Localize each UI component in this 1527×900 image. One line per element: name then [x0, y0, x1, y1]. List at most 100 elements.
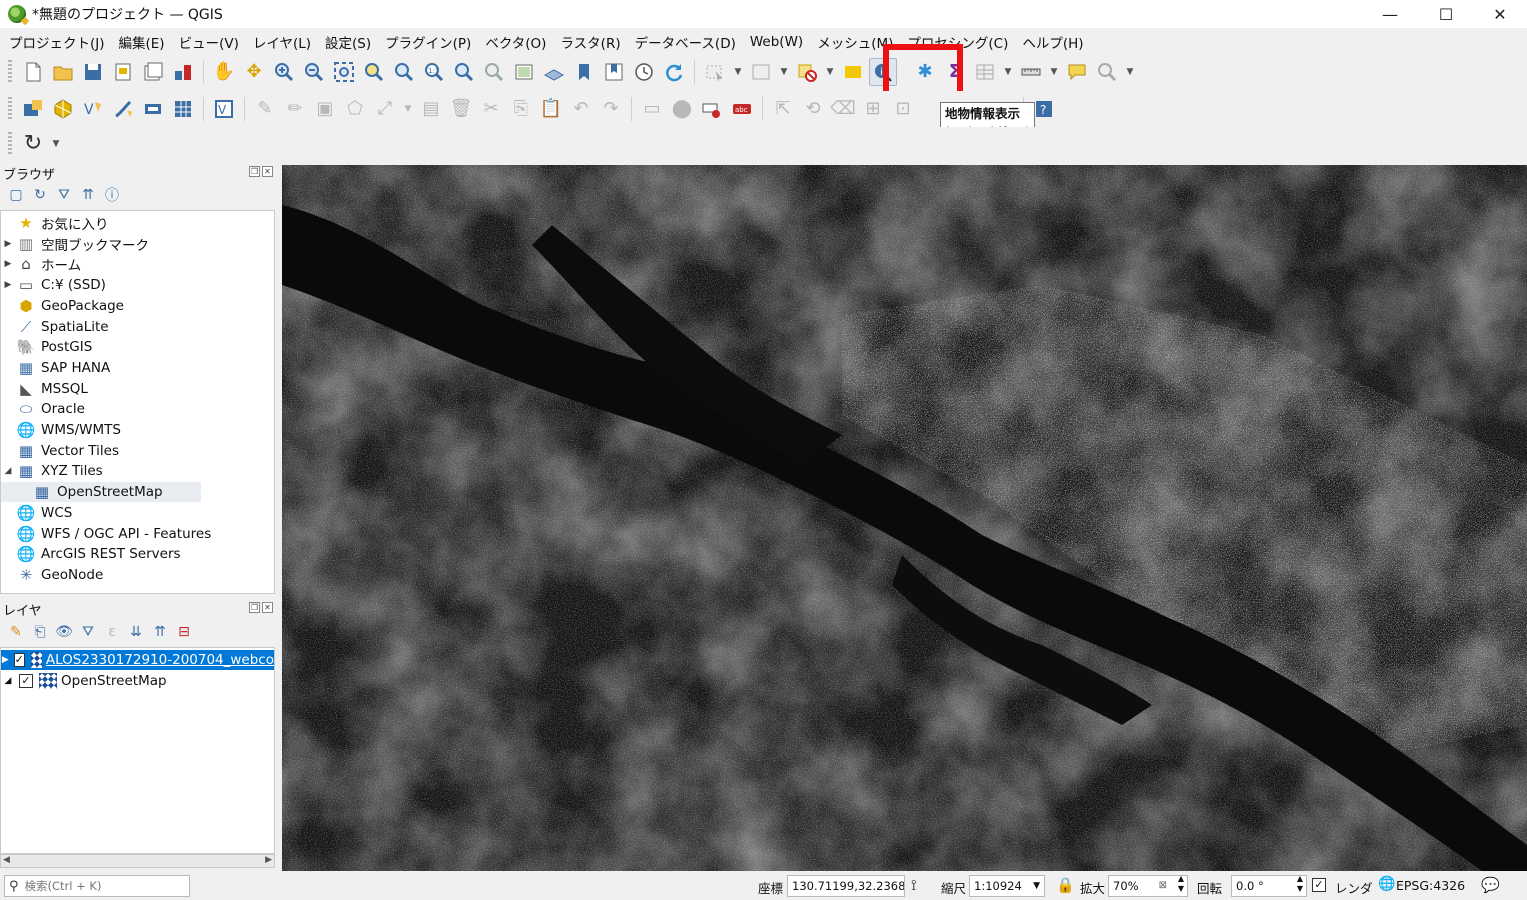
filter-icon[interactable]: ⛛ [52, 185, 76, 205]
menu-web[interactable]: Web(W) [743, 34, 810, 50]
browser-item[interactable]: 🌐 ArcGIS REST Servers [1, 544, 274, 564]
map-canvas[interactable] [282, 165, 1527, 871]
clear-icon[interactable]: ⊠ [1159, 876, 1167, 896]
horizontal-scrollbar[interactable]: ◀ ▶ [0, 854, 275, 868]
zoom-next-icon[interactable] [480, 58, 508, 86]
map-tips-icon[interactable] [1063, 58, 1091, 86]
collapse-all-icon[interactable]: ⇈ [148, 622, 172, 642]
menu-raster[interactable]: ラスタ(R) [553, 32, 627, 52]
close-button[interactable]: ✕ [1472, 0, 1527, 28]
menu-edit[interactable]: 編集(E) [112, 32, 172, 52]
collapsed-arrow-icon[interactable]: ▶ [1, 239, 15, 249]
select-by-value-icon[interactable] [747, 58, 775, 86]
remove-layer-icon[interactable]: ⊟ [172, 622, 196, 642]
identify-features-button[interactable]: i [869, 58, 897, 86]
open-project-icon[interactable] [49, 58, 77, 86]
menu-settings[interactable]: 設定(S) [318, 32, 378, 52]
new-geopackage-layer-icon[interactable] [49, 95, 77, 123]
zoom-native-icon[interactable]: 1:1 [420, 58, 448, 86]
browser-item[interactable]: ▶ ▥ 空間ブックマーク [1, 234, 274, 254]
add-selected-layers-icon[interactable]: ▢ [4, 185, 28, 205]
spin-arrows-icon[interactable]: ▲ ▼ [1297, 876, 1303, 894]
filter-by-expression-icon[interactable]: ε [100, 622, 124, 642]
change-label-icon[interactable]: ⌫ [829, 95, 857, 123]
new-map-view-icon[interactable] [510, 58, 538, 86]
scroll-right-icon[interactable]: ▶ [265, 855, 272, 865]
browser-item[interactable]: ◢ ▦ XYZ Tiles [1, 461, 274, 481]
zoom-full-icon[interactable] [330, 58, 358, 86]
layer-visibility-checkbox[interactable]: ✓ [19, 674, 33, 688]
toolbar-grip[interactable] [8, 97, 12, 121]
browser-item[interactable]: ⟋ SpatiaLite [1, 317, 274, 337]
modify-attributes-icon[interactable]: ▤ [417, 95, 445, 123]
chevron-down-icon[interactable]: ▼ [1123, 58, 1137, 86]
expanded-arrow-icon[interactable]: ◢ [1, 676, 15, 686]
attribute-selection-icon[interactable] [839, 58, 867, 86]
layer-styling-icon[interactable]: ✎ [4, 622, 28, 642]
close-panel-icon[interactable]: ✕ [262, 166, 273, 177]
show-hide-labels-icon[interactable]: ⊞ [859, 95, 887, 123]
close-panel-icon[interactable]: ✕ [262, 602, 273, 613]
zoom-to-layer-icon[interactable] [390, 58, 418, 86]
current-edits-icon[interactable]: ✎ [251, 95, 279, 123]
crs-globe-icon[interactable]: 🌐 [1378, 876, 1395, 892]
maximize-button[interactable]: ☐ [1418, 0, 1474, 28]
measure-icon-hidden[interactable] [899, 58, 909, 86]
locator-search-input[interactable]: ⚲ 検索(Ctrl + K) [4, 875, 190, 897]
expanded-arrow-icon[interactable]: ◢ [1, 466, 15, 476]
browser-item[interactable]: 🐘 PostGIS [1, 337, 274, 357]
paste-features-icon[interactable]: 📋 [537, 95, 565, 123]
save-edits-icon[interactable]: ▣ [311, 95, 339, 123]
spin-arrows-icon[interactable]: ▲ ▼ [1178, 876, 1184, 894]
new-spatial-bookmark-icon[interactable] [570, 58, 598, 86]
refresh-icon[interactable]: ↻ [28, 185, 52, 205]
copy-features-icon[interactable]: ⎘ [507, 95, 535, 123]
magnifier-spinbox[interactable]: 70% ⊠ ▲ ▼ [1108, 875, 1188, 897]
browser-item[interactable]: ▶ ▭ C:¥ (SSD) [1, 275, 274, 295]
zoom-in-icon[interactable] [270, 58, 298, 86]
toolbar-grip[interactable] [8, 60, 12, 84]
diagram-toolbar-icon[interactable]: ⬤ [668, 95, 696, 123]
float-panel-icon[interactable]: ❐ [249, 602, 260, 613]
chevron-down-icon[interactable]: ▼ [1033, 876, 1040, 896]
collapsed-arrow-icon[interactable]: ▶ [1, 259, 15, 269]
new-print-layout-icon[interactable] [109, 58, 137, 86]
new-mesh-layer-icon[interactable]: V [210, 95, 238, 123]
new-shapefile-layer-icon[interactable]: V [79, 95, 107, 123]
expand-all-icon[interactable]: ⇊ [124, 622, 148, 642]
float-panel-icon[interactable]: ❐ [249, 166, 260, 177]
render-checkbox[interactable]: ✓ [1312, 878, 1326, 892]
zoom-last-icon[interactable] [450, 58, 478, 86]
style-manager-icon[interactable] [169, 58, 197, 86]
vertex-tool-icon[interactable]: ⤢ [371, 95, 399, 123]
add-group-icon[interactable]: ⎗ [28, 622, 52, 642]
statistical-summary-icon[interactable]: Σ [941, 58, 969, 86]
collapsed-arrow-icon[interactable]: ▶ [1, 280, 15, 290]
pin-labels-icon[interactable]: ⊡ [889, 95, 917, 123]
locator-zoom-icon[interactable] [1093, 58, 1121, 86]
browser-item[interactable]: 🌐 WCS [1, 503, 274, 523]
label-abc-icon[interactable]: abc [728, 95, 756, 123]
menu-project[interactable]: プロジェクト(J) [2, 32, 112, 52]
layer-visibility-checkbox[interactable]: ✓ [13, 653, 25, 667]
info-icon[interactable]: ⓘ [100, 185, 124, 205]
zoom-to-selection-icon[interactable] [360, 58, 388, 86]
new-spatialite-layer-icon[interactable] [109, 95, 137, 123]
collapsed-arrow-icon[interactable]: ▶ [1, 655, 10, 665]
undo-icon[interactable]: ↶ [567, 95, 595, 123]
chevron-down-icon[interactable]: ▼ [49, 130, 63, 158]
lock-scale-icon[interactable]: 🔒 [1056, 876, 1075, 894]
scale-combobox[interactable]: 1:10924 ▼ [969, 875, 1045, 897]
toolbar-grip[interactable] [8, 132, 12, 156]
new-virtual-layer-icon[interactable] [169, 95, 197, 123]
chevron-down-icon[interactable]: ▼ [731, 58, 745, 86]
rotate-label-icon[interactable]: ⟲ [799, 95, 827, 123]
menu-database[interactable]: データベース(D) [628, 32, 743, 52]
menu-vector[interactable]: ベクタ(O) [478, 32, 553, 52]
crs-label[interactable]: EPSG:4326 [1396, 878, 1465, 893]
add-polygon-feature-icon[interactable]: ⬠ [341, 95, 369, 123]
cut-features-icon[interactable]: ✂ [477, 95, 505, 123]
menu-plugins[interactable]: プラグイン(P) [378, 32, 478, 52]
toggle-extents-icon[interactable]: ⟟ [911, 876, 917, 894]
layer-row[interactable]: ◢ ✓ OpenStreetMap [1, 671, 274, 691]
